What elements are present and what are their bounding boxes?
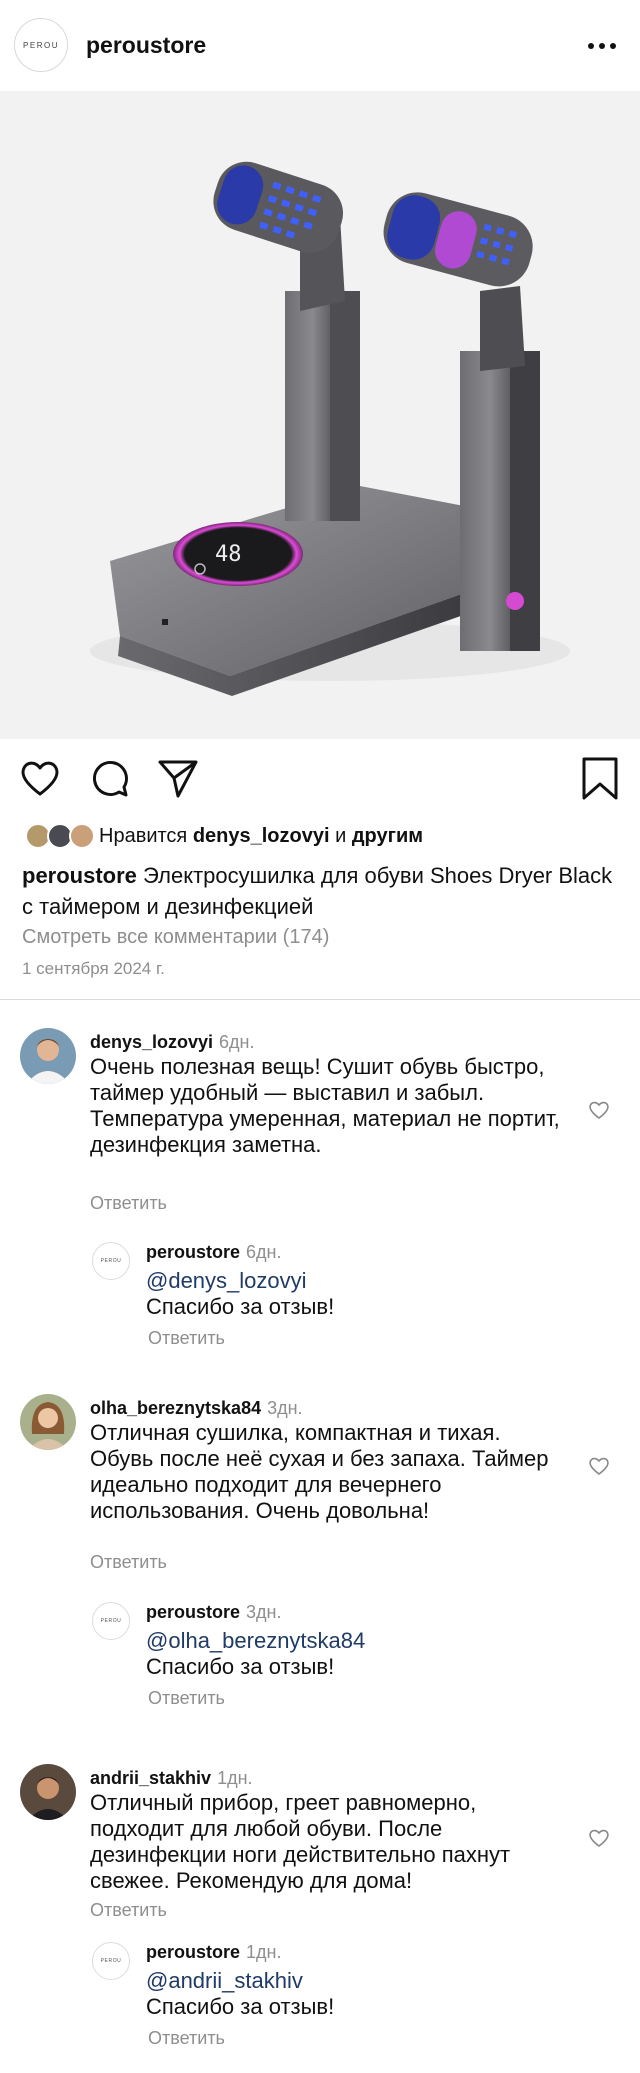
reply-body: Спасибо за отзыв!	[146, 1654, 335, 1679]
reply-username[interactable]: peroustore	[146, 1242, 240, 1262]
reply-button[interactable]: Ответить	[148, 1328, 225, 1349]
store-avatar-small[interactable]: PEROU	[92, 1602, 130, 1640]
liked-by-user[interactable]: denys_lozovyi	[193, 825, 330, 848]
reply-time: 1дн.	[246, 1942, 282, 1962]
logo-text: PEROU	[100, 1958, 122, 1964]
comment-item: andrii_stakhiv 1дн. Отличный прибор, грее…	[0, 1756, 640, 2073]
comment-username[interactable]: andrii_stakhiv	[90, 1768, 211, 1788]
avatar[interactable]	[20, 1028, 76, 1084]
reply-time: 6дн.	[246, 1242, 282, 1262]
comment-meta: denys_lozovyi 6дн.	[90, 1032, 255, 1053]
reply-body: Спасибо за отзыв!	[146, 1994, 335, 2019]
comment-icon[interactable]	[88, 756, 132, 800]
reply-time: 3дн.	[246, 1602, 282, 1622]
comment-like-icon[interactable]	[588, 1828, 610, 1848]
reply-text: @andrii_stakhiv Спасибо за отзыв!	[146, 1968, 566, 2020]
shoe-dryer-illustration: 48	[90, 161, 570, 696]
caption-username[interactable]: peroustore	[22, 863, 137, 888]
comment-like-icon[interactable]	[588, 1100, 610, 1120]
post-actions	[0, 756, 640, 806]
logo-text: PEROU	[23, 40, 59, 50]
comment-username[interactable]: denys_lozovyi	[90, 1032, 213, 1052]
reply-username[interactable]: peroustore	[146, 1602, 240, 1622]
more-options-icon[interactable]	[588, 30, 620, 60]
store-avatar-small[interactable]: PEROU	[92, 1942, 130, 1980]
reply-mention[interactable]: @andrii_stakhiv	[146, 1968, 566, 1994]
comment-like-icon[interactable]	[588, 1456, 610, 1476]
reply-body: Спасибо за отзыв!	[146, 1294, 335, 1319]
divider	[0, 999, 640, 1000]
reply-meta: peroustore 1дн.	[146, 1942, 282, 1963]
store-avatar-small[interactable]: PEROU	[92, 1242, 130, 1280]
store-avatar[interactable]: PEROU	[14, 18, 68, 72]
reply-username[interactable]: peroustore	[146, 1942, 240, 1962]
send-icon[interactable]	[156, 756, 200, 800]
post-header: PEROU peroustore	[0, 0, 640, 91]
reply-mention[interactable]: @olha_bereznytska84	[146, 1628, 566, 1654]
comment-time: 3дн.	[267, 1398, 303, 1418]
likes-prefix: Нравится	[99, 824, 188, 847]
reply-button[interactable]: Ответить	[90, 1552, 167, 1573]
logo-text: PEROU	[100, 1258, 122, 1264]
post-caption: peroustore Электросушилка для обуви Shoe…	[22, 860, 628, 922]
reply-button[interactable]: Ответить	[148, 2028, 225, 2049]
comment-item: olha_bereznytska84 3дн. Отличная сушилка,…	[0, 1386, 640, 1726]
comment-time: 6дн.	[219, 1032, 255, 1052]
likes-and: и	[335, 824, 347, 847]
comment-time: 1дн.	[217, 1768, 253, 1788]
reply-button[interactable]: Ответить	[90, 1900, 167, 1921]
comment-meta: olha_bereznytska84 3дн.	[90, 1398, 303, 1419]
logo-text: PEROU	[100, 1618, 122, 1624]
reply-text: @denys_lozovyi Спасибо за отзыв!	[146, 1268, 566, 1320]
post-image[interactable]: 48	[0, 91, 640, 739]
avatar[interactable]	[20, 1764, 76, 1820]
reply-meta: peroustore 3дн.	[146, 1602, 282, 1623]
bookmark-icon[interactable]	[578, 756, 622, 800]
liker-avatars	[25, 823, 95, 849]
comment-item: denys_lozovyi 6дн. Очень полезная вещь! С…	[0, 1020, 640, 1360]
reply-button[interactable]: Ответить	[148, 1688, 225, 1709]
heart-icon[interactable]	[18, 756, 62, 800]
comment-text: Отличная сушилка, компактная и тихая. Об…	[90, 1420, 549, 1523]
liked-by-others[interactable]: другим	[352, 825, 423, 848]
post-date: 1 сентября 2024 г.	[22, 959, 165, 978]
view-all-comments-link[interactable]: Смотреть все комментарии (174)	[22, 926, 329, 949]
comment-meta: andrii_stakhiv 1дн.	[90, 1768, 253, 1789]
comment-username[interactable]: olha_bereznytska84	[90, 1398, 261, 1418]
reply-button[interactable]: Ответить	[90, 1193, 167, 1214]
likes-summary[interactable]: Нравится denys_lozovyi и другим	[25, 822, 423, 850]
store-username[interactable]: peroustore	[86, 32, 206, 59]
avatar[interactable]	[20, 1394, 76, 1450]
reply-text: @olha_bereznytska84 Спасибо за отзыв!	[146, 1628, 566, 1680]
reply-mention[interactable]: @denys_lozovyi	[146, 1268, 566, 1294]
comment-text: Очень полезная вещь! Сушит обувь быстро,…	[90, 1054, 560, 1157]
reply-meta: peroustore 6дн.	[146, 1242, 282, 1263]
dryer-display-digits: 48	[215, 542, 242, 567]
comment-text: Отличный прибор, греет равномерно, подхо…	[90, 1790, 511, 1893]
